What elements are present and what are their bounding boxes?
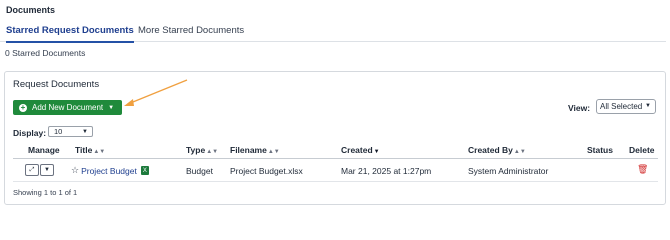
view-select-value: All Selected [600,102,643,111]
add-button-label: Add New Document [32,103,104,112]
starred-count-text: 0 Starred Documents [5,48,86,58]
sort-icon: ▲▼ [206,149,219,155]
manage-dropdown-button[interactable]: ▼ [40,164,54,176]
trash-icon: 🗑 [637,164,649,174]
manage-controls: ⤢ ▼ [25,164,54,176]
display-select-value: 10 [54,127,63,136]
display-select[interactable]: 10 ▼ [48,126,93,137]
sort-icon: ▲▼ [513,149,526,155]
request-documents-panel: Request Documents + Add New Document ▼ V… [4,71,666,205]
row-created-by: System Administrator [468,166,549,176]
chevron-down-icon: ▼ [44,167,50,173]
showing-text: Showing 1 to 1 of 1 [13,188,78,197]
column-header-title[interactable]: Title▲▼ [75,145,105,155]
sort-icon: ▲▼ [93,149,106,155]
add-new-document-button[interactable]: + Add New Document ▼ [13,100,123,115]
section-title: Documents [6,5,56,15]
star-icon[interactable]: ☆ [71,165,79,176]
tab-bar: Starred Request Documents More Starred D… [0,22,666,43]
delete-button[interactable]: 🗑 [637,164,648,175]
column-header-created[interactable]: Created▼ [341,145,380,155]
table-row: ⤢ ▼ ☆ Project Budget X Budget Project Bu… [13,159,658,182]
chevron-down-icon: ▼ [645,103,651,109]
column-header-status: Status [587,145,613,155]
expand-icon: ⤢ [29,166,35,173]
expand-button[interactable]: ⤢ [25,164,39,176]
tab-more-starred-documents[interactable]: More Starred Documents [138,25,244,41]
chevron-down-icon: ▼ [82,129,88,135]
column-header-created-by[interactable]: Created By▲▼ [468,145,526,155]
sort-icon: ▼ [373,149,380,155]
table-header: Manage Title▲▼ Type▲▼ Filename▲▼ Created… [13,142,658,159]
chevron-down-icon: ▼ [108,104,115,111]
plus-circle-icon: + [19,102,27,112]
display-label: Display: [13,128,47,138]
tab-starred-request-documents[interactable]: Starred Request Documents [6,25,134,43]
excel-file-icon: X [140,166,149,175]
row-created: Mar 21, 2025 at 1:27pm [341,166,432,176]
column-header-delete: Delete [629,145,655,155]
column-header-manage: Manage [28,145,60,155]
row-type: Budget [186,166,213,176]
row-filename: Project Budget.xlsx [230,166,303,176]
column-header-filename[interactable]: Filename▲▼ [230,145,280,155]
view-select[interactable]: All Selected ▼ [596,99,656,114]
panel-title: Request Documents [13,79,100,90]
sort-icon: ▲▼ [267,149,280,155]
row-title[interactable]: ☆ Project Budget X [71,165,149,176]
document-title-link[interactable]: Project Budget [81,166,137,176]
view-label: View: [568,103,591,113]
column-header-type[interactable]: Type▲▼ [186,145,218,155]
